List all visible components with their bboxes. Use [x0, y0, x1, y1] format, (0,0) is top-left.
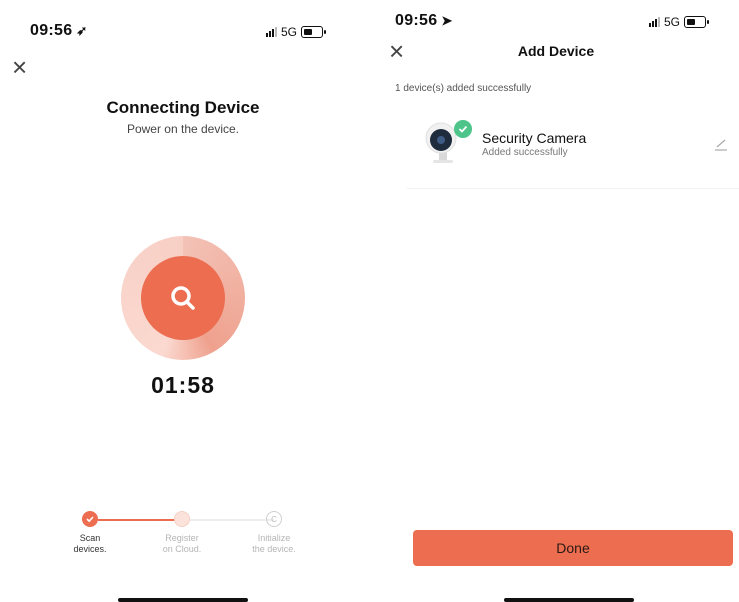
location-arrow-icon: ➶ — [76, 23, 88, 38]
step-scan-label: Scan devices. — [73, 533, 107, 554]
device-name: Security Camera — [482, 130, 587, 146]
step-scan-dot — [82, 511, 98, 527]
progress-line-done — [98, 519, 182, 521]
added-count-text: 1 device(s) added successfully — [395, 83, 532, 94]
add-device-screen: 09:56 ➤ 5G × Add Device 1 device(s) added… — [373, 0, 739, 602]
status-bar: 09:56 ➤ 5G — [373, 12, 739, 36]
step-initialize-label: Initialize the device. — [252, 533, 296, 554]
success-badge — [454, 120, 472, 138]
step-initialize-dot: C — [266, 511, 282, 527]
close-icon[interactable]: × — [12, 54, 27, 80]
scanning-radar — [121, 236, 245, 360]
battery-icon — [684, 16, 710, 28]
device-card[interactable]: Security Camera Added successfully — [407, 112, 739, 189]
network-label: 5G — [664, 15, 681, 29]
countdown-timer: 01:58 — [151, 372, 215, 398]
signal-icon — [649, 17, 660, 27]
page-title: Add Device — [517, 43, 595, 59]
signal-icon — [266, 27, 277, 37]
check-icon — [458, 125, 468, 133]
status-bar: 09:56 ➶ 5G — [0, 22, 366, 46]
search-button — [141, 256, 225, 340]
page-title: Connecting Device — [106, 98, 260, 117]
device-status: Added successfully — [482, 147, 568, 158]
status-time: 09:56 — [395, 12, 438, 29]
battery-icon — [301, 26, 327, 38]
step-register-dot — [174, 511, 190, 527]
progress-line-pending — [182, 519, 274, 521]
location-arrow-icon: ➤ — [441, 13, 453, 28]
connecting-device-screen: 09:56 ➶ 5G × Connecting Device Power on t… — [0, 0, 366, 602]
search-icon — [171, 286, 195, 310]
home-indicator — [504, 598, 634, 602]
status-time: 09:56 — [30, 22, 73, 39]
step-register-label: Register on Cloud. — [162, 533, 202, 554]
check-icon — [86, 516, 94, 523]
network-label: 5G — [281, 25, 298, 39]
edit-icon[interactable] — [713, 136, 729, 152]
home-indicator — [118, 598, 248, 602]
page-subtitle: Power on the device. — [126, 122, 240, 136]
done-button[interactable]: Done — [413, 530, 733, 566]
